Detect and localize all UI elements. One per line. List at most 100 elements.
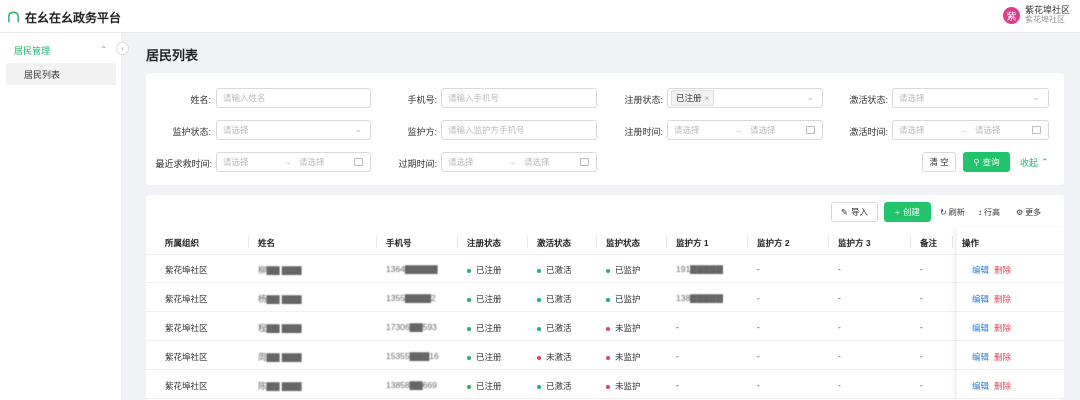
- cell-act: 未激活: [537, 351, 572, 363]
- sidebar-collapse-button[interactable]: ‹: [116, 42, 129, 55]
- status-dot: [467, 326, 471, 331]
- row-height-button[interactable]: ↕ 行高: [978, 207, 1000, 218]
- delete-link[interactable]: 删除: [994, 323, 1011, 333]
- column-header[interactable]: 激活状态: [537, 237, 571, 249]
- act-time-start[interactable]: 请选择: [899, 124, 925, 136]
- arrow-right-icon: →: [734, 125, 743, 135]
- monitor-status-select[interactable]: 请选择 ⌄: [216, 120, 371, 140]
- chevron-up-icon: ⌃: [1041, 157, 1049, 167]
- table-row[interactable]: 紫花埠社区 柳▇▇ ▇▇▇ 1364▇▇▇▇▇ 191▇▇▇▇▇ 已注册 已激活 已监护 - -…: [146, 255, 1064, 283]
- edit-link[interactable]: 编辑: [972, 265, 989, 275]
- row-actions: 编辑 删除: [972, 351, 1011, 363]
- cell-phone: 1355▇▇▇▇2: [386, 293, 436, 303]
- reg-time-range[interactable]: 请选择 → 请选择: [667, 120, 823, 140]
- column-header[interactable]: 手机号: [386, 237, 412, 249]
- delete-link[interactable]: 删除: [994, 381, 1011, 391]
- filter-panel: 姓名: 请输入姓名 手机号: 请输入手机号 注册状态: 已注册 × ⌄ 激活状态…: [146, 73, 1064, 185]
- sos-time-end[interactable]: 请选择: [299, 156, 325, 168]
- sos-time-range[interactable]: 请选择 → 请选择: [216, 152, 371, 172]
- phone-placeholder: 请输入手机号: [448, 93, 500, 103]
- sos-time-start[interactable]: 请选择: [223, 156, 249, 168]
- status-text: 未监护: [615, 352, 641, 362]
- expire-time-range[interactable]: 请选择 → 请选择: [441, 152, 597, 172]
- delete-link[interactable]: 删除: [994, 294, 1011, 304]
- phone-input[interactable]: 请输入手机号: [441, 88, 597, 108]
- monitor-status-placeholder: 请选择: [223, 125, 249, 135]
- column-header[interactable]: 所属组织: [165, 237, 199, 249]
- reg-status-tag[interactable]: 已注册 ×: [671, 90, 715, 106]
- cell-org: 紫花埠社区: [165, 352, 208, 362]
- act-time-range[interactable]: 请选择 → 请选择: [892, 120, 1049, 140]
- reg-time-start[interactable]: 请选择: [674, 124, 700, 136]
- table-row[interactable]: 紫花埠社区 陈▇▇ ▇▇▇ 13858▇▇669 - 已注册 已激活 未监护 - - - 编辑 删除: [146, 371, 1064, 399]
- expire-time-start[interactable]: 请选择: [448, 156, 474, 168]
- column-header[interactable]: 监护方 1: [676, 237, 709, 249]
- reg-status-select[interactable]: 已注册 × ⌄: [667, 88, 823, 108]
- delete-link[interactable]: 删除: [994, 352, 1011, 362]
- act-status-select[interactable]: 请选择 ⌄: [892, 88, 1049, 108]
- reg-time-end[interactable]: 请选择: [750, 124, 776, 136]
- row-actions: 编辑 删除: [972, 264, 1011, 276]
- status-dot: [467, 384, 471, 389]
- edit-link[interactable]: 编辑: [972, 381, 989, 391]
- act-time-end[interactable]: 请选择: [975, 124, 1001, 136]
- cell-name: 杨▇▇ ▇▇▇: [258, 294, 302, 304]
- cell-g3: -: [838, 380, 841, 390]
- user-name: 紫花埠社区: [1024, 5, 1070, 15]
- name-input[interactable]: 请输入姓名: [216, 88, 371, 108]
- status-text: 未激活: [546, 352, 572, 362]
- user-org: 紫花埠社区: [1024, 15, 1065, 24]
- calendar-icon: [580, 158, 589, 166]
- cell-g2: -: [757, 351, 760, 361]
- sidebar-group-label: 居民管理: [14, 45, 51, 56]
- close-icon[interactable]: ×: [705, 94, 710, 103]
- cell-g1: -: [676, 380, 679, 390]
- status-text: 已注册: [476, 323, 502, 333]
- cell-g1: -: [676, 351, 679, 361]
- cell-mon: 已监护: [606, 264, 641, 276]
- import-button[interactable]: ✎ 导入: [831, 202, 878, 222]
- collapse-filters-button[interactable]: 收起 ⌃: [1020, 156, 1049, 169]
- chevron-down-icon: ⌄: [806, 92, 814, 102]
- create-button[interactable]: + 创建: [884, 202, 931, 222]
- user-menu[interactable]: 紫 紫花埠社区 紫花埠社区: [1002, 5, 1070, 25]
- status-dot: [537, 297, 541, 302]
- column-header[interactable]: 监护方 3: [838, 237, 871, 249]
- cell-mon: 未监护: [606, 351, 641, 363]
- collapse-filters-label: 收起: [1020, 158, 1039, 168]
- cell-org: 紫花埠社区: [165, 381, 208, 391]
- column-header[interactable]: 注册状态: [467, 237, 501, 249]
- status-dot: [537, 326, 541, 331]
- cell-act: 已激活: [537, 264, 572, 276]
- cell-note: -: [920, 380, 923, 390]
- table-row[interactable]: 紫花埠社区 周▇▇ ▇▇▇ 15355▇▇▇16 - 已注册 未激活 未监护 - - - 编辑 删除: [146, 342, 1064, 370]
- column-header[interactable]: 备注: [920, 237, 937, 249]
- row-height-label: 行高: [984, 208, 1000, 217]
- status-dot: [606, 268, 610, 273]
- sidebar-group-residents[interactable]: 居民管理 ⌃: [0, 38, 122, 62]
- chevron-down-icon: ⌄: [1032, 92, 1040, 102]
- cell-name: 柳▇▇ ▇▇▇: [258, 265, 302, 275]
- cell-name: 程▇▇ ▇▇▇: [258, 323, 302, 333]
- table-row[interactable]: 紫花埠社区 杨▇▇ ▇▇▇ 1355▇▇▇▇2 138▇▇▇▇▇ 已注册 已激活 已监护 - -…: [146, 284, 1064, 312]
- column-header[interactable]: 姓名: [258, 237, 275, 249]
- delete-link[interactable]: 删除: [994, 265, 1011, 275]
- cell-reg: 已注册: [467, 351, 502, 363]
- sidebar-item-resident-list[interactable]: 居民列表: [6, 63, 116, 85]
- guardian-input[interactable]: 请输入监护方手机号: [441, 120, 597, 140]
- edit-link[interactable]: 编辑: [972, 352, 989, 362]
- more-button[interactable]: ⚙ 更多: [1016, 207, 1041, 218]
- edit-link[interactable]: 编辑: [972, 294, 989, 304]
- column-header[interactable]: 监护方 2: [757, 237, 790, 249]
- query-button[interactable]: ⚲ 查询: [963, 152, 1010, 172]
- refresh-button[interactable]: ↻ 刷新: [940, 207, 965, 218]
- expire-time-end[interactable]: 请选择: [524, 156, 550, 168]
- column-header[interactable]: 监护状态: [606, 237, 640, 249]
- edit-link[interactable]: 编辑: [972, 323, 989, 333]
- cell-g3: -: [838, 351, 841, 361]
- arrow-right-icon: →: [959, 125, 968, 135]
- table-row[interactable]: 紫花埠社区 程▇▇ ▇▇▇ 17306▇▇593 - 已注册 已激活 未监护 - - - 编辑 删除: [146, 313, 1064, 341]
- cell-act: 已激活: [537, 293, 572, 305]
- clear-button[interactable]: 清 空: [922, 152, 956, 172]
- app-logo[interactable]: 在幺在幺政务平台: [7, 9, 121, 26]
